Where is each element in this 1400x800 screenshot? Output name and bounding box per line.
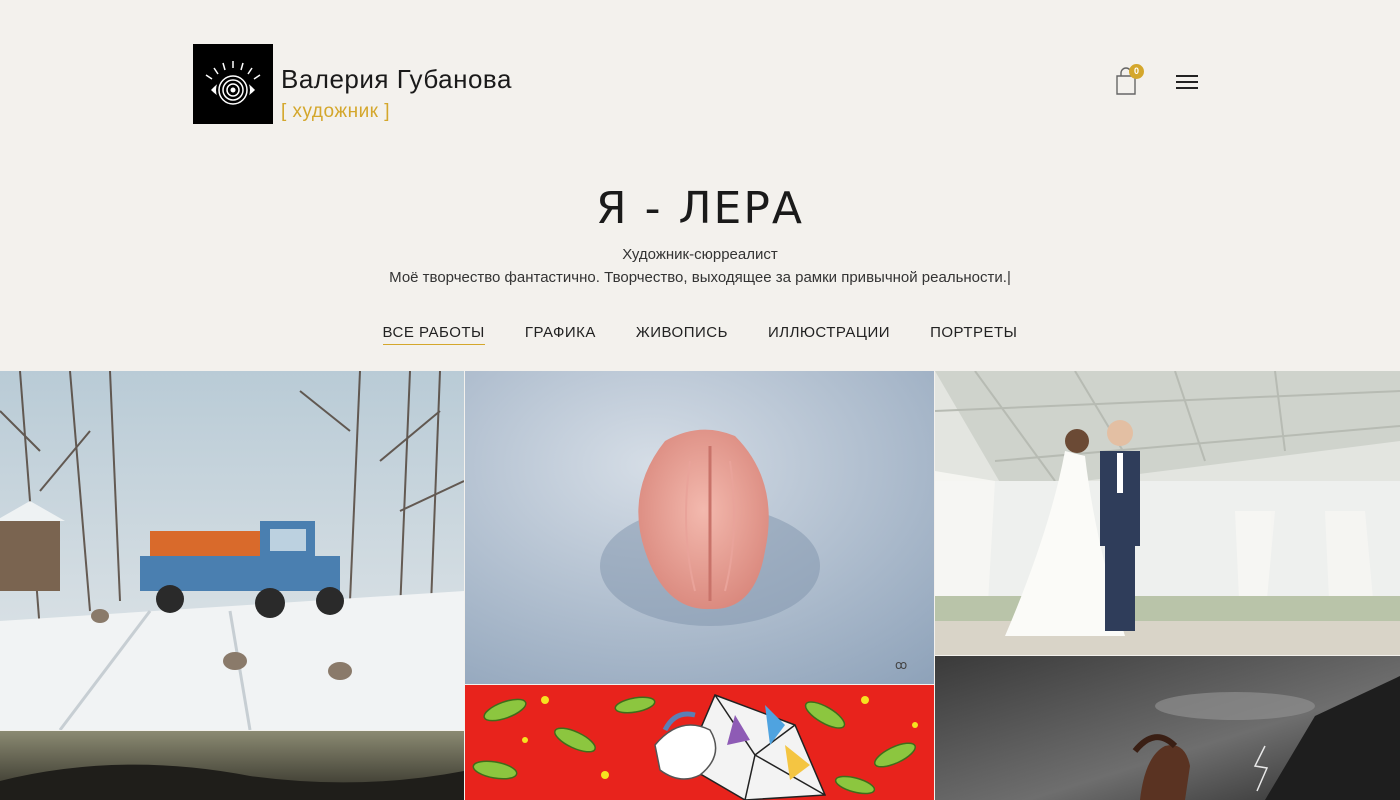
filter-portraits[interactable]: ПОРТРЕТЫ xyxy=(930,324,1017,345)
artwork-gallery: ꝏ xyxy=(0,371,1400,800)
filter-painting[interactable]: ЖИВОПИСЬ xyxy=(636,324,728,345)
artwork-pegasus-peas[interactable] xyxy=(465,685,934,800)
filter-illustrations[interactable]: ИЛЛЮСТРАЦИИ xyxy=(768,324,890,345)
artwork-wedding-portrait[interactable] xyxy=(935,371,1400,655)
artwork-winter-truck[interactable] xyxy=(0,371,464,730)
hamburger-menu-icon[interactable] xyxy=(1176,75,1200,93)
hero-subtitle: Художник-сюрреалист xyxy=(622,246,778,263)
spiral-eye-icon[interactable] xyxy=(193,44,273,124)
filter-all-works[interactable]: ВСЕ РАБОТЫ xyxy=(382,324,485,345)
svg-text:ꝏ: ꝏ xyxy=(895,658,907,672)
brand-name[interactable]: Валерия Губанова xyxy=(281,64,512,95)
artwork-dark-landscape[interactable] xyxy=(0,731,464,800)
page-title: Я - ЛЕРА xyxy=(596,183,804,234)
site-header: Валерия Губанова [ художник ] 0 xyxy=(0,0,1400,150)
cart-button[interactable]: 0 xyxy=(1113,64,1147,98)
hero-tagline: Моё творчество фантастично. Творчество, … xyxy=(389,269,1011,286)
gallery-filter-tabs: ВСЕ РАБОТЫ ГРАФИКА ЖИВОПИСЬ ИЛЛЮСТРАЦИИ … xyxy=(0,324,1400,345)
cart-count-badge: 0 xyxy=(1129,64,1144,79)
artwork-grapefruit[interactable]: ꝏ xyxy=(465,371,934,684)
artwork-storm-horse[interactable] xyxy=(935,656,1400,800)
brand-subtitle: [ художник ] xyxy=(281,101,391,122)
filter-graphics[interactable]: ГРАФИКА xyxy=(525,324,596,345)
